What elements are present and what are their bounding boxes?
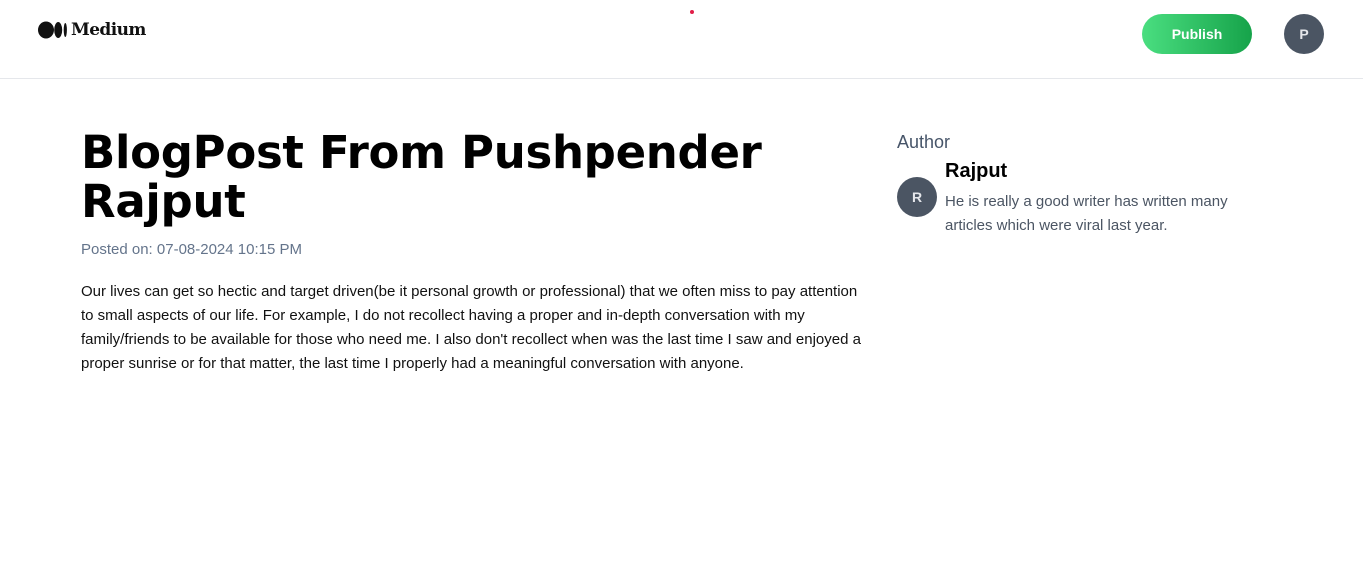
logo-text: Medium — [71, 20, 146, 40]
author-heading: Author — [897, 132, 951, 152]
author-avatar: R — [897, 177, 937, 217]
publish-button[interactable]: Publish — [1142, 14, 1252, 54]
article-content: Our lives can get so hectic and target d… — [81, 283, 861, 372]
author-bio: He is really a good writer has written m… — [945, 193, 1228, 234]
article: BlogPost From Pushpender Rajput Posted o… — [81, 128, 871, 376]
article-title: BlogPost From Pushpender Rajput — [81, 126, 762, 228]
top-navbar: Medium Publish P — [0, 0, 1363, 79]
red-dot-indicator — [690, 10, 694, 14]
author-name: Rajput — [945, 160, 1008, 182]
author-sidebar: Author R Rajput He is really a good writ… — [897, 130, 1277, 238]
user-avatar[interactable]: P — [1284, 14, 1324, 54]
posted-date: Posted on: 07-08-2024 10:15 PM — [81, 241, 302, 258]
user-avatar-initial: P — [1299, 26, 1309, 42]
author-card: R Rajput He is really a good writer has … — [897, 158, 1277, 238]
author-avatar-initial: R — [911, 189, 923, 205]
author-info: Rajput He is really a good writer has wr… — [945, 158, 1265, 238]
medium-logo-icon — [38, 21, 67, 39]
medium-logo[interactable]: Medium — [38, 20, 146, 40]
